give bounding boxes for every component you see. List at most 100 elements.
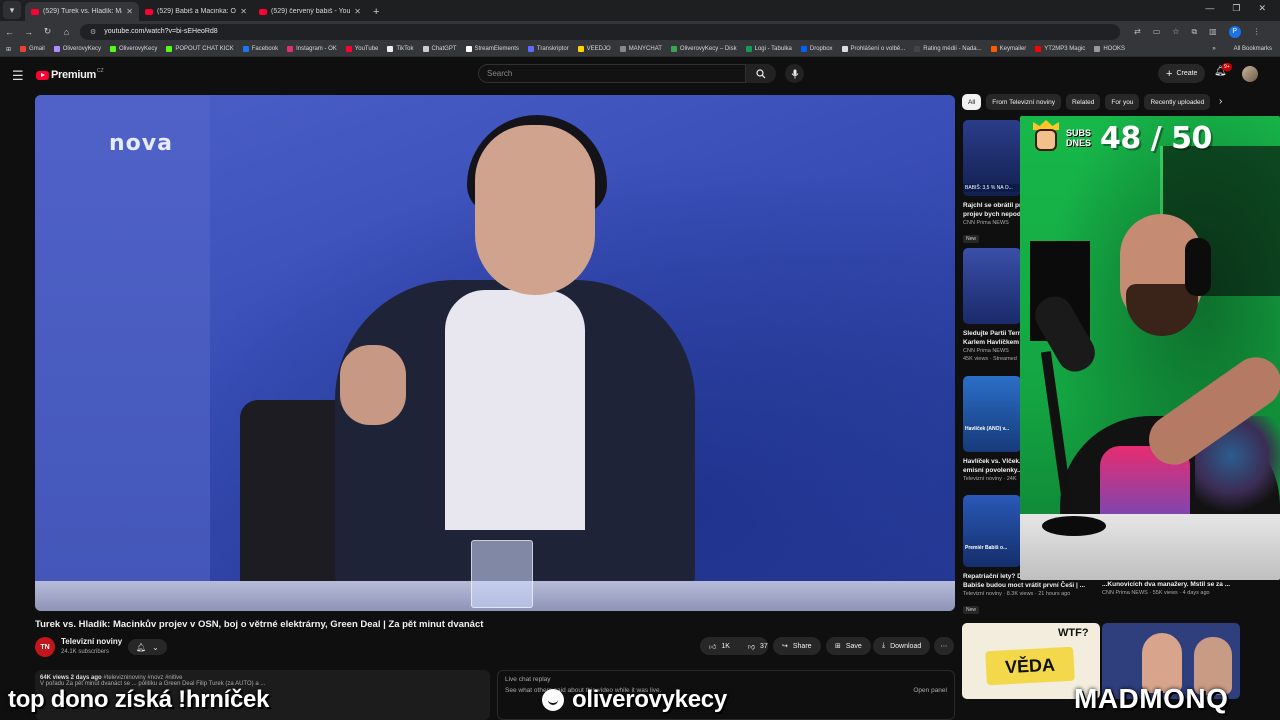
filter-chips: All From Televizní noviny Related For yo… bbox=[962, 94, 1211, 110]
chip-all[interactable]: All bbox=[962, 94, 982, 110]
apps-icon[interactable]: ⊞ bbox=[6, 46, 11, 53]
video-thumbnail[interactable]: Havlíček (ANO) v... bbox=[963, 376, 1021, 452]
bookmark-item[interactable]: VEEDJO bbox=[577, 46, 611, 52]
chip-related[interactable]: Related bbox=[1065, 94, 1101, 110]
overlay-sponsor: MADMONQ bbox=[1074, 683, 1229, 714]
site-info-icon[interactable]: ⚙ bbox=[90, 28, 96, 36]
smiley-logo-icon bbox=[542, 689, 564, 711]
close-tab-icon[interactable]: ✕ bbox=[126, 7, 133, 16]
new-tab-button[interactable]: + bbox=[367, 6, 385, 21]
bookmark-item[interactable]: YT2MP3 Magic bbox=[1035, 46, 1085, 52]
bookmark-item[interactable]: MANYCHAT bbox=[619, 46, 662, 52]
video-title: Turek vs. Hladík: Macinkův projev v OSN,… bbox=[35, 619, 484, 630]
bookmark-item[interactable]: Instagram - OK bbox=[287, 46, 337, 52]
tab-label: (529) Babiš a Macinka: Opatřen bbox=[157, 8, 236, 15]
save-button[interactable]: ⊞ Save bbox=[826, 637, 871, 655]
dislike-icon[interactable]: 👎︎ bbox=[748, 642, 755, 651]
translate-icon[interactable]: ⇄ bbox=[1134, 27, 1141, 36]
search-button[interactable] bbox=[746, 64, 776, 83]
window-controls: — ❐ ✕ bbox=[1205, 3, 1280, 14]
create-button[interactable]: + Create bbox=[1158, 64, 1206, 83]
sidebar-icon[interactable]: ▥ bbox=[1209, 27, 1217, 36]
plus-icon: + bbox=[1166, 67, 1173, 80]
bookmark-item[interactable]: YouTube bbox=[345, 46, 378, 52]
video-thumbnail[interactable]: BABIŠ: 3,5 % NA O... bbox=[963, 120, 1021, 196]
search-input[interactable]: Search bbox=[478, 64, 746, 83]
video-thumbnail[interactable] bbox=[963, 248, 1021, 324]
bookmark-item[interactable]: OliverovyKecy – Disk bbox=[670, 46, 737, 52]
browser-tab-3[interactable]: (529) červený babiš - YouTube ✕ bbox=[253, 2, 367, 21]
minimize-icon[interactable]: — bbox=[1205, 3, 1214, 14]
forward-icon[interactable]: → bbox=[19, 27, 38, 37]
channel-avatar[interactable]: TN bbox=[35, 637, 55, 657]
bookmark-item[interactable]: OliverovyKecy bbox=[110, 46, 157, 52]
download-button[interactable]: ⤓ Download bbox=[873, 637, 931, 655]
profile-avatar[interactable]: P bbox=[1228, 25, 1241, 38]
voice-search-button[interactable] bbox=[785, 64, 804, 83]
like-icon[interactable]: 👍︎ bbox=[709, 642, 716, 651]
extensions-icon[interactable]: ⧉ bbox=[1191, 27, 1197, 37]
thumbnail-caption: Havlíček (ANO) v... bbox=[965, 426, 1010, 432]
bell-icon: 🔔︎ bbox=[136, 642, 147, 652]
address-bar[interactable]: ⚙ youtube.com/watch?v=bi-sEHeoRd8 bbox=[80, 23, 1120, 40]
browser-tab-1[interactable]: (529) Turek vs. Hladík: Macinkův ✕ bbox=[25, 2, 139, 21]
youtube-logo[interactable]: Premium CZ bbox=[36, 68, 104, 81]
more-horizontal-icon: ⋯ bbox=[940, 643, 948, 650]
bookmark-item[interactable]: TikTok bbox=[387, 46, 414, 52]
recommendation-item[interactable]: ...Kunovicích dva manažery. Mstil se za … bbox=[1102, 580, 1242, 597]
like-count[interactable]: 1K bbox=[721, 643, 730, 650]
account-avatar[interactable] bbox=[1242, 66, 1258, 82]
video-player[interactable]: nova bbox=[35, 95, 955, 611]
home-icon[interactable]: ⌂ bbox=[57, 27, 76, 37]
overlay-social: oliverovykecy bbox=[542, 686, 727, 714]
bookmark-item[interactable]: Dropbox bbox=[800, 46, 833, 52]
channel-name[interactable]: Televizní noviny bbox=[61, 637, 122, 646]
king-mascot-icon bbox=[1030, 120, 1062, 156]
bookmark-item[interactable]: HOOKS bbox=[1094, 46, 1125, 52]
presenter-head bbox=[475, 125, 595, 295]
bookmark-item[interactable]: Logi - Tabulka bbox=[745, 46, 792, 52]
bookmark-item[interactable]: ChatGPT bbox=[422, 46, 457, 52]
all-bookmarks-link[interactable]: All Bookmarks bbox=[1234, 46, 1272, 52]
channel-watermark: nova bbox=[109, 131, 173, 156]
chevron-right-icon[interactable]: › bbox=[1219, 96, 1222, 107]
maximize-icon[interactable]: ❐ bbox=[1232, 3, 1240, 14]
close-tab-icon[interactable]: ✕ bbox=[240, 7, 247, 16]
bookmark-item[interactable]: Rating médií - Nada... bbox=[914, 46, 982, 52]
bookmark-star-icon[interactable]: ☆ bbox=[1172, 27, 1179, 36]
share-button[interactable]: ↪ Share bbox=[773, 637, 821, 655]
menu-hamburger-icon[interactable]: ☰ bbox=[12, 68, 24, 84]
bookmark-item[interactable]: OliverovyKecy bbox=[53, 46, 101, 52]
chip-from-channel[interactable]: From Televizní noviny bbox=[986, 94, 1061, 110]
cast-icon[interactable]: ▭ bbox=[1153, 27, 1161, 36]
open-panel-button[interactable]: Open panel bbox=[913, 687, 947, 694]
more-actions-button[interactable]: ⋯ bbox=[934, 637, 954, 655]
bookmark-item[interactable]: Transkriptor bbox=[527, 46, 569, 52]
presenter-shirt bbox=[445, 290, 585, 530]
video-thumbnail[interactable]: Premiér Babiš o... bbox=[963, 495, 1021, 567]
bookmark-item[interactable]: StreamElements bbox=[465, 46, 519, 52]
back-icon[interactable]: ← bbox=[0, 27, 19, 37]
url-text: youtube.com/watch?v=bi-sEHeoRd8 bbox=[104, 28, 218, 35]
water-glass bbox=[471, 540, 533, 608]
dislike-count[interactable]: 37 bbox=[760, 643, 768, 650]
bookmark-item[interactable]: POPOUT CHAT KICK bbox=[166, 46, 234, 52]
bookmark-item[interactable]: Keymailer bbox=[990, 46, 1026, 52]
tab-label: (529) Turek vs. Hladík: Macinkův bbox=[43, 8, 122, 15]
bookmark-item[interactable]: Prohlášení o volbě... bbox=[841, 46, 905, 52]
bookmark-item[interactable]: Facebook bbox=[242, 46, 278, 52]
bookmark-item[interactable]: Gmail bbox=[20, 46, 45, 52]
reload-icon[interactable]: ↻ bbox=[38, 26, 57, 37]
menu-icon[interactable]: ⋮ bbox=[1253, 27, 1261, 36]
download-label: Download bbox=[890, 642, 922, 650]
save-label: Save bbox=[845, 642, 862, 650]
tab-search-icon[interactable]: ▾ bbox=[3, 1, 21, 19]
more-bookmarks-icon[interactable]: » bbox=[1212, 46, 1215, 52]
chip-for-you[interactable]: For you bbox=[1105, 94, 1140, 110]
subscription-bell-button[interactable]: 🔔︎ ⌄ bbox=[128, 639, 167, 655]
browser-tab-2[interactable]: (529) Babiš a Macinka: Opatřen ✕ bbox=[139, 2, 253, 21]
close-window-icon[interactable]: ✕ bbox=[1258, 3, 1266, 14]
mic-base bbox=[1042, 516, 1106, 536]
chip-recently-uploaded[interactable]: Recently uploaded bbox=[1144, 94, 1211, 110]
close-tab-icon[interactable]: ✕ bbox=[354, 7, 361, 16]
